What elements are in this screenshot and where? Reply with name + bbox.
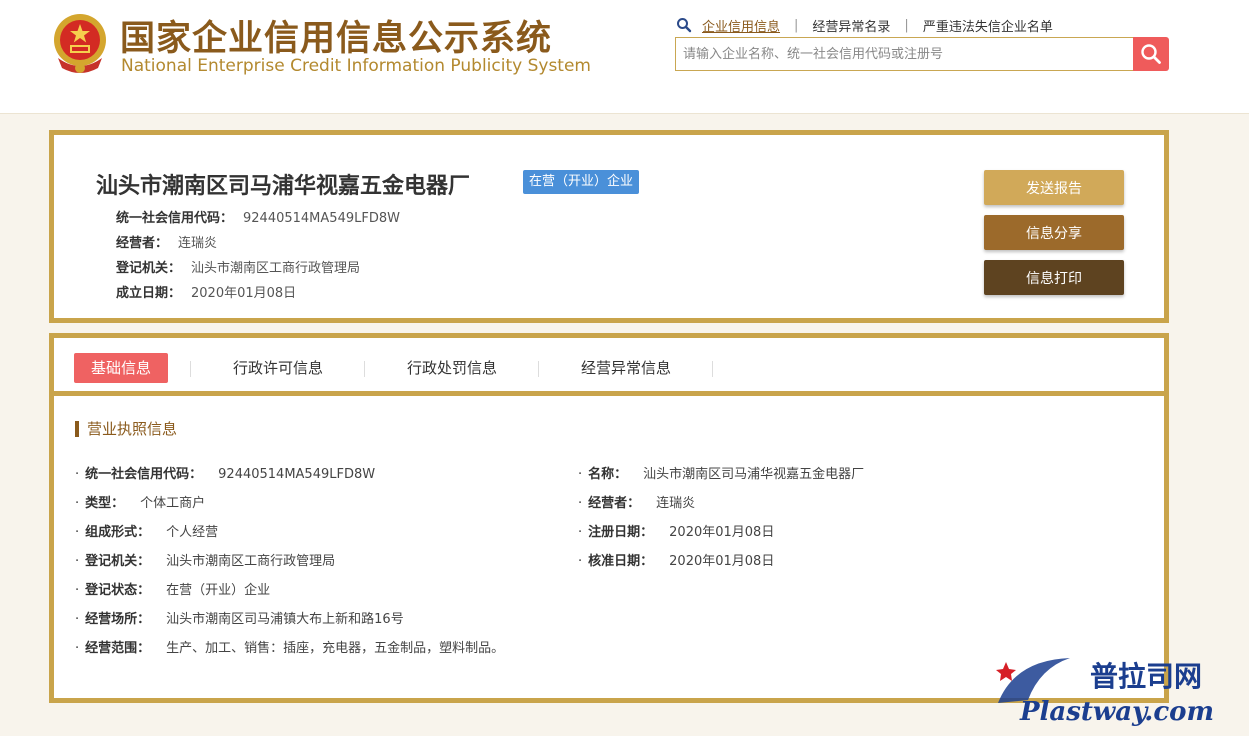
tab-admin-penalty[interactable]: 行政处罚信息 [407,353,497,383]
bullet: · [75,525,80,540]
tab-separator [538,361,539,377]
tab-abnormal-info[interactable]: 经营异常信息 [581,353,671,383]
info-authority: 登记机关： 汕头市潮南区工商行政管理局 [116,257,360,276]
field-approval-date: · 核准日期： 2020年01月08日 [578,550,774,569]
field-authority: · 登记机关： 汕头市潮南区工商行政管理局 [75,550,335,569]
bullet: · [75,612,80,627]
field-value: 汕头市潮南区司马浦华视嘉五金电器厂 [643,467,865,482]
field-composition: · 组成形式： 个人经营 [75,521,218,540]
bullet: · [578,554,583,569]
field-label: 经营场所： [85,612,151,627]
search-input[interactable] [676,38,1135,70]
field-value: 个体工商户 [140,496,206,511]
tab-separator [364,361,365,377]
field-scope: · 经营范围： 生产、加工、销售：插座，充电器，五金制品，塑料制品。 [75,637,504,656]
info-label: 登记机关： [116,261,182,276]
print-info-button[interactable]: 信息打印 [984,260,1124,295]
bullet: · [578,467,583,482]
info-label: 成立日期： [116,286,182,301]
tab-bar: 基础信息 行政许可信息 行政处罚信息 经营异常信息 [54,338,1164,396]
search-button[interactable] [1133,37,1169,71]
field-label: 经营范围： [85,641,151,656]
field-value: 在营（开业）企业 [166,583,271,598]
nav-blacklist[interactable]: 严重违法失信企业名单 [923,16,1053,35]
bullet: · [578,525,583,540]
field-label: 经营者： [588,496,641,511]
tab-separator [712,361,713,377]
status-badge: 在营（开业）企业 [523,170,640,194]
info-value: 2020年01月08日 [191,286,297,301]
info-value: 连瑞炎 [178,236,218,251]
nav-enterprise-credit[interactable]: 企业信用信息 [702,16,780,35]
bullet: · [75,641,80,656]
company-name: 汕头市潮南区司马浦华视嘉五金电器厂 [96,174,471,199]
search-icon [677,18,692,33]
info-label: 统一社会信用代码： [116,211,234,226]
search-icon [1141,44,1161,64]
tab-admin-license[interactable]: 行政许可信息 [233,353,323,383]
nav-separator: | [794,17,799,33]
field-value: 92440514MA549LFD8W [218,467,376,482]
site-title-en: National Enterprise Credit Information P… [121,56,591,76]
national-emblem-icon [54,14,106,73]
bullet: · [75,554,80,569]
plastway-watermark-logo: 普拉司网 Plastway.com [996,658,1214,727]
top-nav: 企业信用信息 | 经营异常名录 | 严重违法失信企业名单 [676,15,1053,35]
info-value: 汕头市潮南区工商行政管理局 [191,261,361,276]
field-type: · 类型： 个体工商户 [75,492,205,511]
field-value: 生产、加工、销售：插座，充电器，五金制品，塑料制品。 [166,641,505,656]
bullet: · [75,467,80,482]
nav-separator: | [904,17,909,33]
search-box [675,37,1135,71]
tab-separator [190,361,191,377]
bullet: · [75,496,80,511]
info-credit-code: 统一社会信用代码： 92440514MA549LFD8W [116,207,400,226]
bullet: · [75,583,80,598]
section-title: 营业执照信息 [75,421,177,437]
info-label: 经营者： [116,236,169,251]
site-header: 国家企业信用信息公示系统 National Enterprise Credit … [0,0,1249,114]
field-label: 统一社会信用代码： [85,467,203,482]
field-operator: · 经营者： 连瑞炎 [578,492,695,511]
field-label: 登记机关： [85,554,151,569]
field-premises: · 经营场所： 汕头市潮南区司马浦镇大布上新和路16号 [75,608,404,627]
send-report-button[interactable]: 发送报告 [984,170,1124,205]
field-label: 类型： [85,496,125,511]
field-value: 个人经营 [166,525,219,540]
share-info-button[interactable]: 信息分享 [984,215,1124,250]
company-card: 汕头市潮南区司马浦华视嘉五金电器厂 在营（开业）企业 统一社会信用代码： 9244… [49,130,1169,323]
field-label: 核准日期： [588,554,654,569]
watermark-en: Plastway.com [1019,697,1214,727]
field-name: · 名称： 汕头市潮南区司马浦华视嘉五金电器厂 [578,463,864,482]
field-value: 汕头市潮南区工商行政管理局 [166,554,336,569]
field-value: 连瑞炎 [656,496,696,511]
info-established: 成立日期： 2020年01月08日 [116,282,296,301]
field-label: 名称： [588,467,628,482]
bullet: · [578,496,583,511]
field-credit-code: · 统一社会信用代码： 92440514MA549LFD8W [75,463,375,482]
tab-basic-info[interactable]: 基础信息 [74,353,169,383]
field-value: 2020年01月08日 [669,554,775,569]
site-title-cn: 国家企业信用信息公示系统 [120,19,553,59]
field-status: · 登记状态： 在营（开业）企业 [75,579,270,598]
field-label: 注册日期： [588,525,654,540]
info-operator: 经营者： 连瑞炎 [116,232,217,251]
watermark-cn: 普拉司网 [1090,660,1202,693]
field-label: 登记状态： [85,583,151,598]
field-value: 2020年01月08日 [669,525,775,540]
field-value: 汕头市潮南区司马浦镇大布上新和路16号 [166,612,404,627]
field-label: 组成形式： [85,525,151,540]
info-value: 92440514MA549LFD8W [243,211,400,226]
nav-abnormal-list[interactable]: 经营异常名录 [812,16,890,35]
field-register-date: · 注册日期： 2020年01月08日 [578,521,774,540]
